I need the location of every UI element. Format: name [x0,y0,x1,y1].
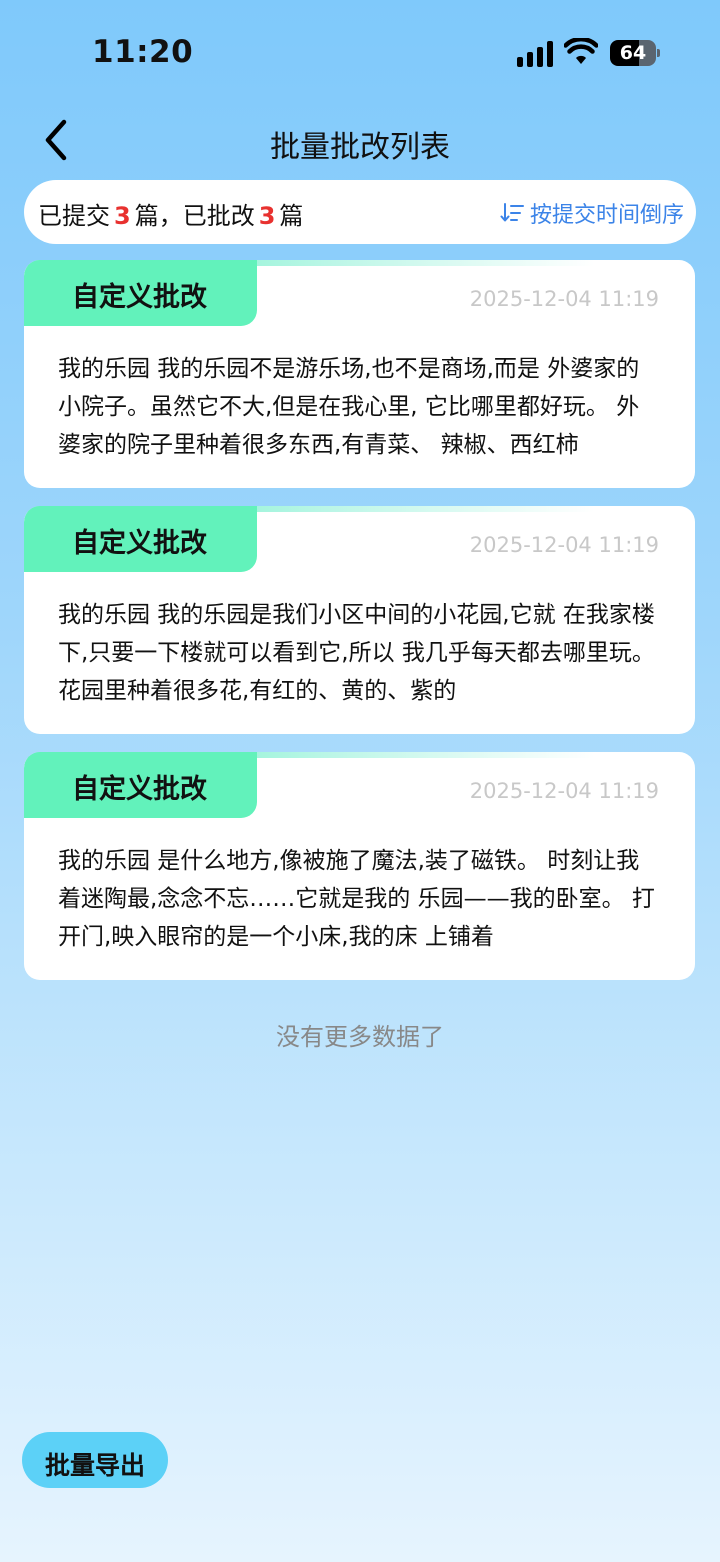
summary-bar: 已提交 3 篇，已批改 3 篇 按提交时间倒序 [24,180,696,244]
submit-date: 2025-12-04 11:19 [469,533,659,557]
battery-icon: 64 [610,40,660,66]
essay-card[interactable]: 自定义批改 2025-12-04 11:19 我的乐园 是什么地方,像被施了魔法… [24,752,695,980]
submit-date: 2025-12-04 11:19 [469,779,659,803]
grading-type-label: 自定义批改 [72,282,207,313]
page-title: 批量批改列表 [270,130,450,165]
graded-unit: 篇 [279,202,304,230]
status-bar: 11:20 64 [0,0,720,100]
submitted-count: 3 [114,202,131,230]
essay-excerpt: 我的乐园 我的乐园不是游乐场,也不是商场,而是 外婆家的小院子。虽然它不大,但是… [58,356,640,458]
batch-export-label: 批量导出 [44,1451,145,1480]
essay-excerpt: 我的乐园 是什么地方,像被施了魔法,装了磁铁。 时刻让我着迷陶最,念念不忘……它… [58,848,655,950]
essay-card[interactable]: 自定义批改 2025-12-04 11:19 我的乐园 我的乐园不是游乐场,也不… [24,260,695,488]
graded-prefix: 已批改 [182,202,255,230]
essay-card[interactable]: 自定义批改 2025-12-04 11:19 我的乐园 我的乐园是我们小区中间的… [24,506,695,734]
submitted-prefix: 已提交 [38,202,110,230]
grading-type-label: 自定义批改 [72,528,207,559]
cellular-signal-icon [517,41,553,67]
batch-export-button[interactable]: 批量导出 [22,1432,168,1488]
grading-type-tag: 自定义批改 [24,752,257,818]
grading-type-tag: 自定义批改 [24,506,257,572]
status-time: 11:20 [92,34,194,70]
submit-date: 2025-12-04 11:19 [469,287,659,311]
grading-type-label: 自定义批改 [72,774,207,805]
no-more-data-text: 没有更多数据了 [276,1023,444,1051]
battery-level: 64 [619,42,647,64]
sort-label: 按提交时间倒序 [529,203,684,228]
submitted-unit: 篇， [134,202,183,230]
nav-bar: 批量批改列表 [0,110,720,170]
wifi-icon [564,38,598,64]
graded-count: 3 [258,202,276,230]
grading-type-tag: 自定义批改 [24,260,257,326]
essay-excerpt: 我的乐园 我的乐园是我们小区中间的小花园,它就 在我家楼下,只要一下楼就可以看到… [58,602,655,704]
sort-button[interactable]: 按提交时间倒序 [500,197,684,229]
sort-descending-icon [500,203,524,222]
submission-summary: 已提交 3 篇，已批改 3 篇 [38,196,303,231]
